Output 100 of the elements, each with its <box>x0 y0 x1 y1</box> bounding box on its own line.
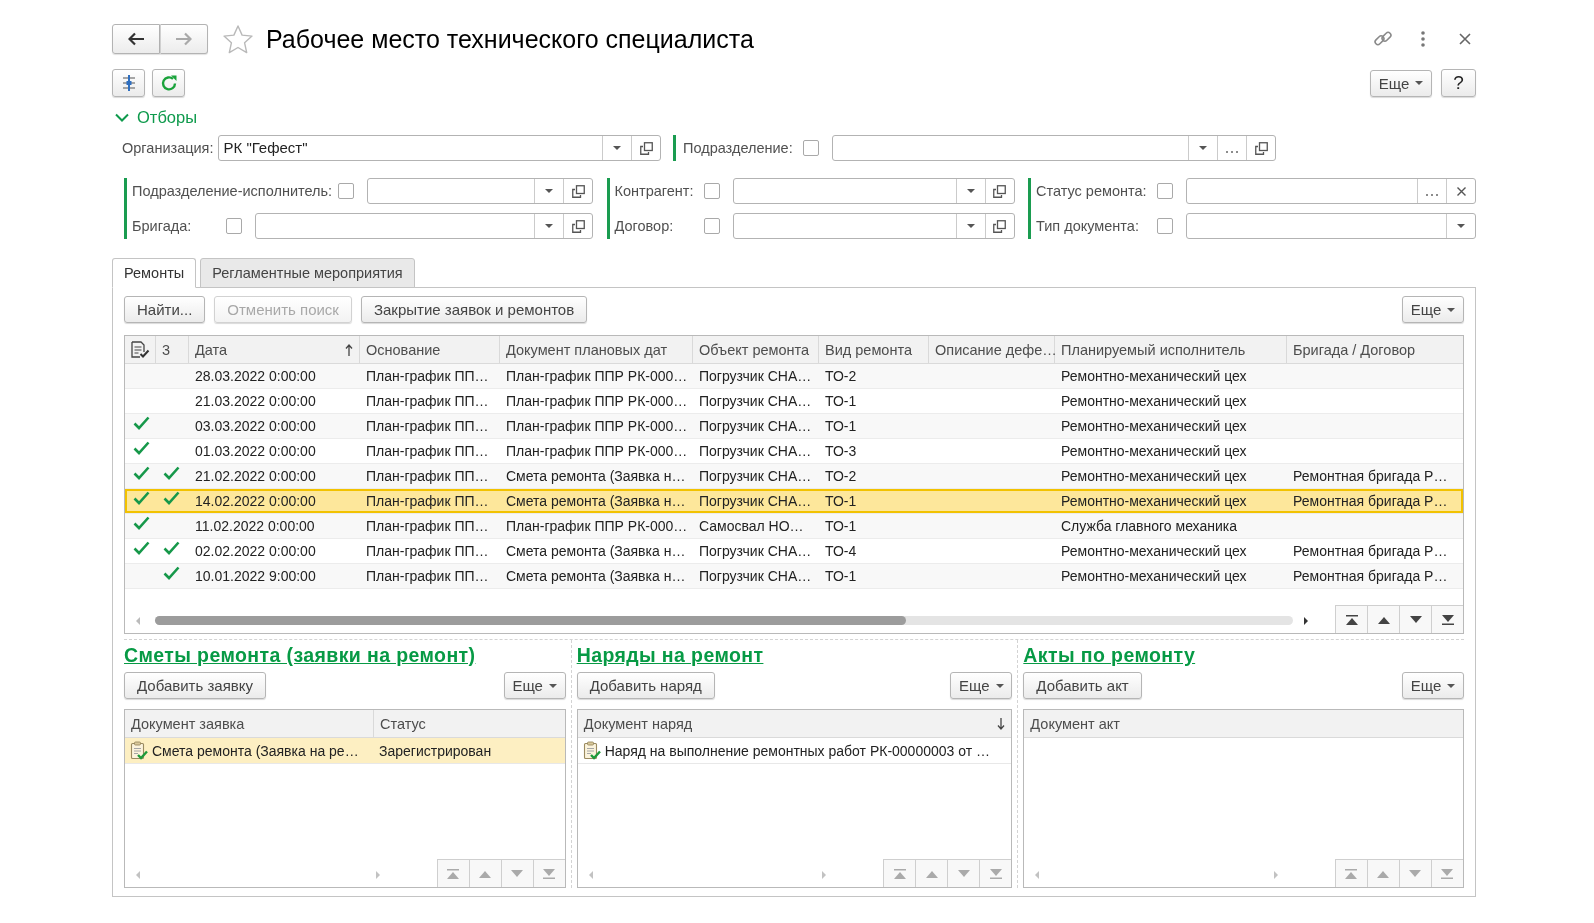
input-field[interactable] <box>732 178 1015 204</box>
more-button[interactable]: Еще <box>950 672 1013 699</box>
section-link[interactable]: Акты по ремонту <box>1023 644 1196 666</box>
table-row[interactable]: Смета ремонта (Заявка на ре… Зарегистрирован <box>125 738 565 764</box>
more-button[interactable]: Еще <box>503 672 566 699</box>
table-row[interactable]: 28.03.2022 0:00:00 План-график ПП… План-график ППР РК-000… Погрузчик СНА… ТО-2 Ремонтно-механический цех <box>125 364 1463 389</box>
column-header[interactable]: Статус <box>374 710 565 737</box>
table-row[interactable]: 14.02.2022 0:00:00 План-график ПП… Смета ремонта (Заявка н… Погрузчик СНА… ТО-1 Ремонтно-механический цех Ремонтная бригада Р… <box>125 489 1463 514</box>
triangle-down-icon <box>1408 614 1423 625</box>
toolbar-button[interactable]: Найти... <box>124 296 206 323</box>
input-field[interactable] <box>367 178 593 204</box>
column-header[interactable]: Объект ремонта <box>693 336 819 363</box>
checkbox[interactable] <box>1157 183 1173 199</box>
settings-button[interactable] <box>112 69 145 97</box>
table-row[interactable]: Наряд на выполнение ремонтных работ РК-00000003 от … <box>577 738 1012 764</box>
column-header[interactable]: Описание дефе… <box>929 336 1055 363</box>
column-header[interactable]: Бригада / Договор <box>1287 336 1463 363</box>
table-cell-text: План-график ПП… <box>365 543 490 559</box>
table-cell-text: Ремонтно-механический цех <box>1060 393 1248 409</box>
overlapping-squares-icon <box>571 184 585 198</box>
add-button[interactable]: Добавить наряд <box>576 672 715 699</box>
column-header[interactable]: Планируемый исполнитель <box>1055 336 1287 363</box>
checkbox[interactable] <box>802 140 819 156</box>
tab[interactable]: Ремонты <box>112 258 197 288</box>
toolbar-button[interactable]: Закрытие заявок и ремонтов <box>360 296 588 323</box>
table-cell-text: Ремонтно-механический цех <box>1060 418 1248 434</box>
table-cell-text: Ремонтно-механический цех <box>1060 543 1248 559</box>
checkbox[interactable] <box>703 218 720 234</box>
column-header[interactable]: Документ акт <box>1024 710 1463 737</box>
check-icon <box>133 541 150 555</box>
arrow-left-icon <box>128 32 144 46</box>
window-title: Рабочее место технического специалиста <box>266 24 754 54</box>
last-row-button[interactable] <box>1431 605 1463 633</box>
column-header[interactable]: Основание <box>360 336 500 363</box>
checkbox[interactable] <box>703 183 720 199</box>
column-header[interactable]: Документ заявка <box>125 710 374 737</box>
table-cell-text: Зарегистрирован <box>378 742 493 759</box>
table-cell-text: ТО-2 <box>824 468 858 484</box>
table-cell-text: План-график ПП… <box>365 418 490 434</box>
back-button[interactable] <box>112 24 160 54</box>
table-row[interactable]: 21.02.2022 0:00:00 План-график ПП… Смета ремонта (Заявка н… Погрузчик СНА… ТО-2 Ремонтно-механический цех Ремонтная бригада Р… <box>125 464 1463 489</box>
input-field[interactable] <box>732 213 1015 239</box>
table-cell-text: Погрузчик СНА… <box>698 493 813 509</box>
more-button[interactable]: Еще <box>1402 672 1464 699</box>
column-header[interactable]: Дата <box>189 336 360 363</box>
table-row[interactable]: 03.03.2022 0:00:00 План-график ПП… План-график ППР РК-000… Погрузчик СНА… ТО-1 Ремонтно-механический цех <box>125 414 1463 439</box>
column-header[interactable]: Вид ремонта <box>819 336 929 363</box>
add-button[interactable]: Добавить акт <box>1023 672 1142 699</box>
table-cell-text: Погрузчик СНА… <box>698 568 813 584</box>
caret-down-icon <box>548 683 557 688</box>
more-icon[interactable] <box>1421 31 1425 47</box>
checkbox[interactable] <box>338 183 355 199</box>
table-cell-text: Ремонтно-механический цех <box>1060 568 1248 584</box>
field-label: Организация: <box>122 140 214 156</box>
table-cell-text: 03.03.2022 0:00:00 <box>194 418 317 434</box>
filters-toggle[interactable]: Отборы <box>112 107 198 127</box>
field-label: Договор: <box>614 218 675 234</box>
next-row-button[interactable] <box>1399 605 1431 633</box>
table-cell-text: План-график ПП… <box>365 518 490 534</box>
triangle-left-icon <box>136 871 140 879</box>
triangle-down-icon <box>1408 868 1423 879</box>
more-button[interactable]: Еще <box>1370 69 1432 97</box>
close-icon[interactable] <box>1459 33 1471 45</box>
refresh-button[interactable] <box>152 69 185 97</box>
input-field[interactable]: РК "Гефест" <box>218 135 661 161</box>
table-cell-text: Смета ремонта (Заявка н… <box>505 543 687 559</box>
table-cell-text: ТО-1 <box>824 518 858 534</box>
first-row-button[interactable] <box>1335 605 1367 633</box>
caret-down-icon <box>966 189 975 193</box>
refresh-icon <box>159 74 178 92</box>
triangle-down-bar-icon <box>542 868 557 879</box>
column-header[interactable]: 3 <box>156 336 189 363</box>
tab[interactable]: Регламентные мероприятия <box>200 258 415 288</box>
overlapping-squares-icon <box>571 219 585 233</box>
checkbox[interactable] <box>1157 218 1173 234</box>
check-icon <box>163 466 180 480</box>
horizontal-scrollbar[interactable] <box>155 616 1293 625</box>
section-link[interactable]: Наряды на ремонт <box>576 644 764 666</box>
check-icon <box>133 491 150 505</box>
more-button[interactable]: Еще <box>1402 296 1464 323</box>
help-button[interactable]: ? <box>1441 69 1476 97</box>
table-cell-text: 10.01.2022 9:00:00 <box>194 568 317 584</box>
input-field[interactable] <box>1186 178 1476 204</box>
check-icon <box>163 566 180 580</box>
checkbox[interactable] <box>226 218 242 234</box>
column-header[interactable]: Документ плановых дат <box>500 336 693 363</box>
caret-down-icon <box>545 224 553 228</box>
table-cell-text: План-график ППР РК-000… <box>505 368 689 384</box>
field-label: Тип документа: <box>1036 218 1140 234</box>
previous-row-button[interactable] <box>1367 605 1399 633</box>
check-icon <box>133 516 150 530</box>
table-row[interactable]: 11.02.2022 0:00:00 План-график ПП… План-график ППР РК-000… Самосвал НО… ТО-1 Служба главного механика <box>125 514 1463 539</box>
input-field[interactable] <box>831 135 1276 161</box>
section-link[interactable]: Сметы ремонта (заявки на ремонт) <box>124 644 476 666</box>
table-row[interactable]: 10.01.2022 9:00:00 План-график ПП… Смета ремонта (Заявка н… Погрузчик СНА… ТО-1 Ремонтно-механический цех Ремонтная бригада Р… <box>125 564 1463 589</box>
input-field[interactable] <box>255 213 593 239</box>
column-header[interactable]: Документ наряд <box>577 710 1012 737</box>
add-button[interactable]: Добавить заявку <box>124 672 266 699</box>
input-field[interactable] <box>1186 213 1476 239</box>
star-icon[interactable] <box>223 24 253 54</box>
